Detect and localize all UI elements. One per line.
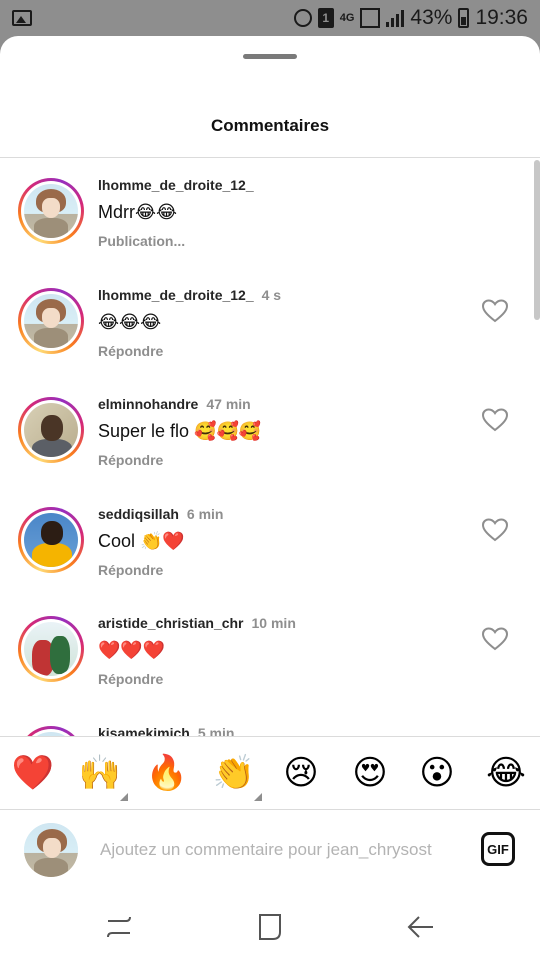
comment-text: ❤️❤️❤️	[98, 640, 166, 660]
gallery-notification-icon	[12, 10, 32, 26]
avatar-image	[24, 184, 78, 238]
sheet-title: Commentaires	[210, 116, 330, 135]
avatar-image	[24, 403, 78, 457]
system-nav-bar	[0, 890, 540, 960]
comment-list[interactable]: lhomme_de_droite_12_ Mdrr😂😂 Publication.…	[0, 160, 540, 736]
comment-time: 4 s	[261, 287, 282, 303]
own-avatar	[24, 823, 78, 877]
avatar[interactable]	[18, 616, 84, 682]
emoji-fire-button[interactable]: 🔥	[145, 751, 189, 795]
battery-icon	[458, 8, 470, 28]
avatar[interactable]	[18, 397, 84, 463]
comment-item: aristide_christian_chr 10 min ❤️❤️❤️ Répo…	[0, 598, 540, 698]
avatar[interactable]	[18, 288, 84, 354]
comment-composer: GIF	[0, 810, 540, 890]
emoji-raising-hands-button[interactable]: 🙌	[78, 751, 128, 801]
like-heart-icon[interactable]	[482, 408, 508, 432]
network-type: 4G	[339, 12, 355, 24]
comment-time: 47 min	[206, 396, 251, 412]
avatar[interactable]	[18, 178, 84, 244]
comment-text: Mdrr😂😂	[98, 202, 178, 222]
comment-username[interactable]: elminnohandre 47 min	[98, 396, 251, 412]
comment-item: lhomme_de_droite_12_ Mdrr😂😂 Publication.…	[0, 160, 540, 260]
home-icon[interactable]	[255, 912, 285, 942]
avatar-image	[24, 622, 78, 676]
posting-status: Publication...	[98, 233, 186, 249]
status-bar: 1 4G 43% 19:36	[0, 0, 540, 36]
avatar-image	[24, 513, 78, 567]
emoji-clapping-glyph: 👏	[212, 753, 256, 793]
like-heart-icon[interactable]	[482, 627, 508, 651]
signal-icon	[360, 8, 381, 28]
like-heart-icon[interactable]	[482, 518, 508, 542]
emoji-raising-hands-glyph: 🙌	[78, 753, 122, 793]
avatar-image	[24, 294, 78, 348]
comment-item: kisamekimich 5 min	[0, 708, 540, 736]
divider	[0, 157, 540, 158]
drag-handle[interactable]	[243, 54, 297, 59]
reply-button[interactable]: Répondre	[98, 343, 163, 359]
comment-text: Cool 👏❤️	[98, 531, 185, 551]
comment-username[interactable]: lhomme_de_droite_12_	[98, 177, 254, 193]
comment-time: 10 min	[251, 615, 296, 631]
comment-username[interactable]: lhomme_de_droite_12_ 4 s	[98, 287, 281, 303]
back-arrow-icon[interactable]	[406, 912, 436, 942]
sim-indicator: 1	[317, 8, 334, 28]
avatar[interactable]	[18, 726, 84, 736]
reply-button[interactable]: Répondre	[98, 671, 163, 687]
comment-username[interactable]: seddiqsillah 6 min	[98, 506, 224, 522]
emoji-laughing-button[interactable]: 😂	[484, 751, 528, 795]
reply-button[interactable]: Répondre	[98, 562, 163, 578]
signal-bars-icon	[386, 9, 405, 27]
like-heart-icon[interactable]	[482, 299, 508, 323]
skin-tone-corner-icon	[120, 793, 128, 801]
comment-time: 5 min	[197, 725, 235, 736]
emoji-heart-button[interactable]: ❤️	[11, 751, 55, 795]
recent-apps-icon[interactable]	[104, 912, 134, 942]
comment-username[interactable]: aristide_christian_chr 10 min	[98, 615, 296, 631]
clock: 19:36	[475, 6, 528, 29]
emoji-crying-button[interactable]: 😢	[279, 751, 323, 795]
quick-emoji-bar: ❤️ 🙌 🔥 👏 😢 😍 😮 😂	[0, 737, 540, 809]
emoji-heart-eyes-button[interactable]: 😍	[348, 751, 392, 795]
comment-item: seddiqsillah 6 min Cool 👏❤️ Répondre	[0, 489, 540, 589]
emoji-surprised-button[interactable]: 😮	[415, 751, 459, 795]
alarm-icon	[293, 9, 312, 27]
skin-tone-corner-icon	[254, 793, 262, 801]
comment-text: 😂😂😂	[98, 312, 162, 332]
comment-input[interactable]	[100, 834, 460, 866]
comment-text: Super le flo 🥰🥰🥰	[98, 421, 262, 441]
gif-button[interactable]: GIF	[481, 832, 515, 866]
battery-percent: 43%	[410, 6, 453, 29]
scrollbar[interactable]	[534, 160, 540, 320]
comment-username[interactable]: kisamekimich 5 min	[98, 725, 234, 736]
avatar[interactable]	[18, 507, 84, 573]
comment-time: 6 min	[186, 506, 224, 522]
comment-item: elminnohandre 47 min Super le flo 🥰🥰🥰 Rép…	[0, 379, 540, 479]
emoji-clapping-button[interactable]: 👏	[212, 751, 262, 801]
comments-sheet: Commentaires lhomme_de_droite_12_ Mdrr😂😂…	[0, 36, 540, 890]
comment-item: lhomme_de_droite_12_ 4 s 😂😂😂 Répondre	[0, 270, 540, 370]
reply-button[interactable]: Répondre	[98, 452, 163, 468]
